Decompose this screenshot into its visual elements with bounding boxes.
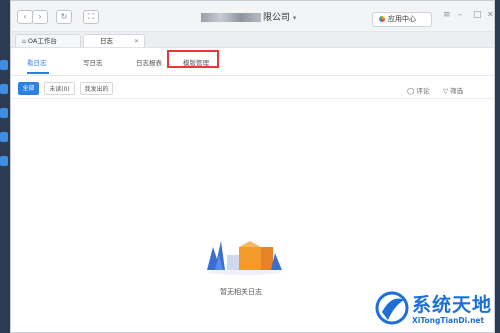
subnav-write-log[interactable]: 写日志	[83, 57, 103, 67]
chevron-left-icon: ‹	[23, 12, 27, 21]
forward-button[interactable]: ›	[32, 10, 48, 24]
tab-label: 日志	[100, 37, 113, 45]
app-window: ‹ › ↻ ⛶ 限公司 ▾ 应用中心 ≡ – □ ✕ ⌂ OA工作台 日志 ✕ …	[10, 0, 495, 333]
filter-bar: 全部 未读(0) 我发出的 ◯ 评论 ▽ 筛选	[11, 76, 494, 99]
comment-label: 评论	[416, 87, 430, 95]
empty-state-message: 暂无相关日志	[220, 288, 262, 296]
site-watermark: 系统天地 XiTongTianDi.net	[372, 288, 500, 333]
back-button[interactable]: ‹	[17, 10, 33, 24]
menu-icon[interactable]: ≡	[443, 10, 451, 20]
company-name-blurred	[201, 13, 261, 22]
subnav-log-reports[interactable]: 日志报表	[136, 57, 162, 67]
filter-all-button[interactable]: 全部	[18, 82, 39, 95]
chevron-down-icon: ▾	[292, 14, 297, 22]
desktop-sidebar-icons	[0, 60, 10, 180]
home-icon: ⌂	[22, 38, 26, 45]
filter-unread-button[interactable]: 未读(0)	[44, 82, 75, 95]
comment-icon: ◯	[407, 87, 415, 95]
app-center-icon	[379, 16, 385, 22]
company-switcher[interactable]: 限公司 ▾	[201, 10, 296, 23]
fullscreen-icon: ⛶	[88, 12, 94, 21]
desktop-icon	[0, 84, 8, 94]
title-bar: ‹ › ↻ ⛶ 限公司 ▾ 应用中心 ≡ – □ ✕	[11, 1, 494, 32]
comment-button[interactable]: ◯ 评论	[407, 85, 429, 95]
log-subnav: 看日志 写日志 日志报表 模版管理	[11, 48, 494, 76]
company-name-suffix: 限公司	[263, 13, 291, 23]
fullscreen-button[interactable]: ⛶	[83, 10, 99, 24]
maximize-icon[interactable]: □	[473, 10, 482, 20]
close-tab-icon[interactable]: ✕	[134, 35, 139, 48]
active-tab-indicator	[27, 72, 49, 74]
tab-log[interactable]: 日志 ✕	[83, 34, 145, 47]
filter-label: 筛选	[450, 87, 464, 95]
desktop-icon	[0, 108, 8, 118]
filter-sent-by-me-button[interactable]: 我发出的	[80, 82, 113, 95]
desktop-icon	[0, 132, 8, 142]
subnav-view-logs[interactable]: 看日志	[27, 57, 47, 67]
tab-oa-workbench[interactable]: ⌂ OA工作台	[15, 34, 81, 47]
app-center-label: 应用中心	[388, 15, 416, 23]
app-center-button[interactable]: 应用中心	[372, 12, 432, 27]
filter-icon: ▽	[443, 87, 448, 95]
close-window-icon[interactable]: ✕	[487, 10, 494, 19]
minimize-icon[interactable]: –	[458, 10, 463, 20]
watermark-logo-icon	[375, 291, 409, 325]
tab-bar: ⌂ OA工作台 日志 ✕	[11, 32, 494, 48]
chevron-right-icon: ›	[38, 12, 42, 21]
refresh-button[interactable]: ↻	[56, 10, 72, 24]
watermark-url: XiTongTianDi.net	[412, 316, 485, 325]
desktop-icon	[0, 156, 8, 166]
refresh-icon: ↻	[60, 12, 68, 21]
filter-button[interactable]: ▽ 筛选	[443, 85, 463, 95]
watermark-text: 系统天地	[412, 294, 493, 316]
tab-label: OA工作台	[27, 37, 57, 45]
empty-box-illustration	[206, 241, 282, 275]
desktop-icon	[0, 60, 8, 70]
red-highlight-box	[167, 50, 219, 68]
